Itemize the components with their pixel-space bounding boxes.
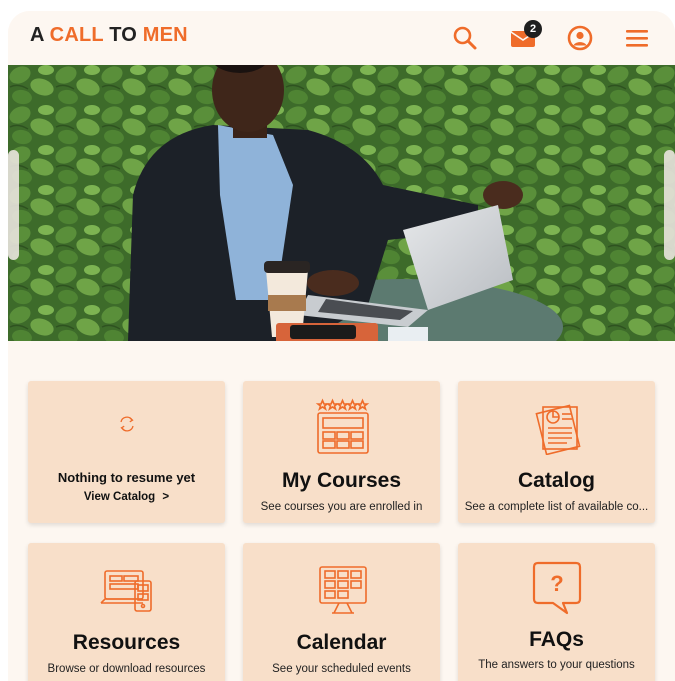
chevron-right-icon: > [162, 491, 170, 503]
resources-subtitle: Browse or download resources [47, 663, 206, 675]
svg-text:?: ? [550, 571, 563, 596]
calendar-subtitle: See your scheduled events [272, 663, 411, 675]
hero-prev-tab[interactable] [8, 150, 19, 260]
my-courses-card[interactable]: My Courses See courses you are enrolled … [243, 381, 440, 523]
search-icon[interactable] [450, 23, 480, 53]
question-bubble-icon: ? [458, 557, 655, 617]
hero-image [8, 65, 675, 341]
calendar-card[interactable]: Calendar See your scheduled events [243, 543, 440, 681]
calendar-icon [243, 557, 440, 617]
resources-icon [28, 557, 225, 617]
faqs-title: FAQs [529, 628, 584, 651]
app-frame: A CALL TO MEN 2 Nothing to resume yet Vi… [8, 11, 675, 681]
my-courses-subtitle: See courses you are enrolled in [260, 501, 423, 513]
courses-icon [243, 395, 440, 455]
user-circle-icon[interactable] [565, 23, 595, 53]
catalog-subtitle: See a complete list of available co... [464, 501, 649, 513]
calendar-title: Calendar [296, 631, 387, 654]
view-catalog-link[interactable]: View Catalog > [32, 491, 221, 503]
my-courses-title: My Courses [281, 469, 402, 492]
resources-title: Resources [72, 631, 181, 654]
resume-message: Nothing to resume yet [57, 470, 196, 485]
refresh-icon [28, 415, 225, 475]
catalog-icon [458, 395, 655, 455]
resume-card: Nothing to resume yet View Catalog > [28, 381, 225, 523]
resources-card[interactable]: Resources Browse or download resources [28, 543, 225, 681]
mail-icon[interactable]: 2 [508, 20, 542, 53]
logo[interactable]: A CALL TO MEN [30, 24, 188, 47]
catalog-title: Catalog [517, 469, 595, 492]
catalog-card[interactable]: Catalog See a complete list of available… [458, 381, 655, 523]
mail-badge: 2 [524, 20, 542, 38]
hero-next-tab[interactable] [664, 150, 675, 260]
faqs-subtitle: The answers to your questions [478, 659, 635, 671]
hero-photo [8, 65, 675, 341]
faqs-card[interactable]: ? FAQs The answers to your questions [458, 543, 655, 681]
hamburger-menu-icon[interactable] [622, 23, 652, 53]
header: A CALL TO MEN 2 [8, 11, 675, 65]
